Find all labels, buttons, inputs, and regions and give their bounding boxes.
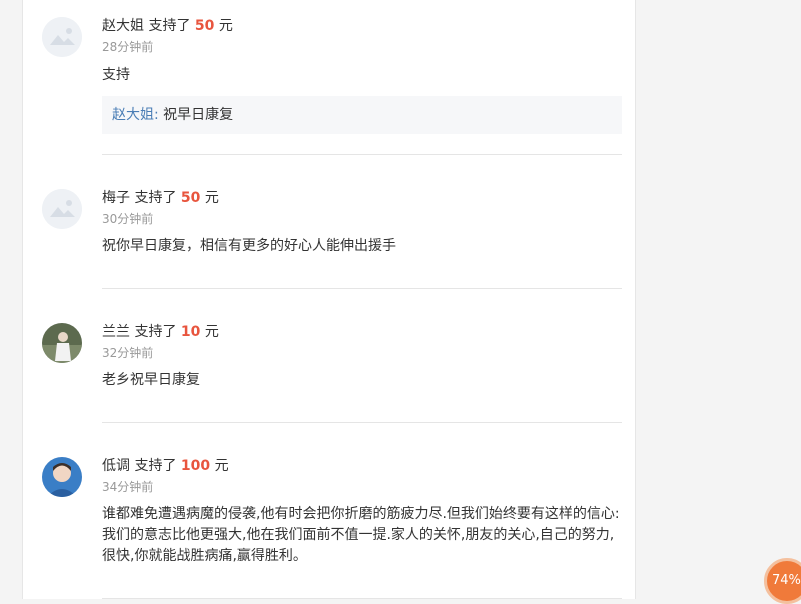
- currency-unit: 元: [204, 190, 219, 206]
- supporter-line: 赵大姐 支持了 50 元: [102, 17, 233, 35]
- placeholder-avatar-icon: [42, 17, 82, 57]
- reply-author[interactable]: 赵大姐:: [112, 107, 159, 123]
- comment-time: 32分钟前: [102, 346, 154, 360]
- comment-text: 支持: [102, 67, 130, 83]
- comment-time: 30分钟前: [102, 212, 154, 226]
- placeholder-avatar-icon: [42, 189, 82, 229]
- divider: [102, 422, 622, 423]
- support-action: 支持了: [134, 190, 177, 206]
- supporter-line: 梅子 支持了 50 元: [102, 189, 219, 207]
- avatar[interactable]: [42, 189, 82, 229]
- support-amount: 50: [180, 190, 201, 206]
- support-amount: 50: [194, 18, 215, 34]
- currency-unit: 元: [218, 18, 233, 34]
- reply-box: 赵大姐: 祝早日康复: [102, 96, 622, 134]
- avatar[interactable]: [42, 17, 82, 57]
- supporter-name[interactable]: 梅子: [102, 190, 130, 206]
- photo-avatar-icon: [42, 457, 82, 497]
- comment-time: 28分钟前: [102, 40, 154, 54]
- reply-text: 祝早日康复: [163, 107, 234, 123]
- divider: [102, 288, 622, 289]
- comment-text: 祝你早日康复，相信有更多的好心人能伸出援手: [102, 238, 396, 254]
- supporter-line: 兰兰 支持了 10 元: [102, 323, 219, 341]
- comment-text: 谁都难免遭遇病魔的侵袭,他有时会把你折磨的筋疲力尽.但我们始终要有这样的信心:我…: [102, 506, 620, 564]
- currency-unit: 元: [214, 458, 229, 474]
- supporter-name[interactable]: 赵大姐: [102, 18, 144, 34]
- supporter-line: 低调 支持了 100 元: [102, 457, 229, 475]
- support-action: 支持了: [134, 458, 177, 474]
- progress-label: 74%: [772, 573, 801, 588]
- comment-time: 34分钟前: [102, 480, 154, 494]
- supporter-name[interactable]: 兰兰: [102, 324, 130, 340]
- support-amount: 10: [180, 324, 201, 340]
- supporter-name[interactable]: 低调: [102, 458, 130, 474]
- support-action: 支持了: [148, 18, 191, 34]
- progress-badge[interactable]: 74%: [764, 558, 801, 604]
- support-amount: 100: [180, 458, 211, 474]
- support-action: 支持了: [134, 324, 177, 340]
- comment-feed: 赵大姐 支持了 50 元 28分钟前 支持 赵大姐: 祝早日康复 梅子 支持了 …: [22, 0, 636, 599]
- avatar[interactable]: [42, 323, 82, 363]
- photo-avatar-icon: [42, 323, 82, 363]
- avatar[interactable]: [42, 457, 82, 497]
- currency-unit: 元: [204, 324, 219, 340]
- divider: [102, 154, 622, 155]
- comment-text: 老乡祝早日康复: [102, 372, 200, 388]
